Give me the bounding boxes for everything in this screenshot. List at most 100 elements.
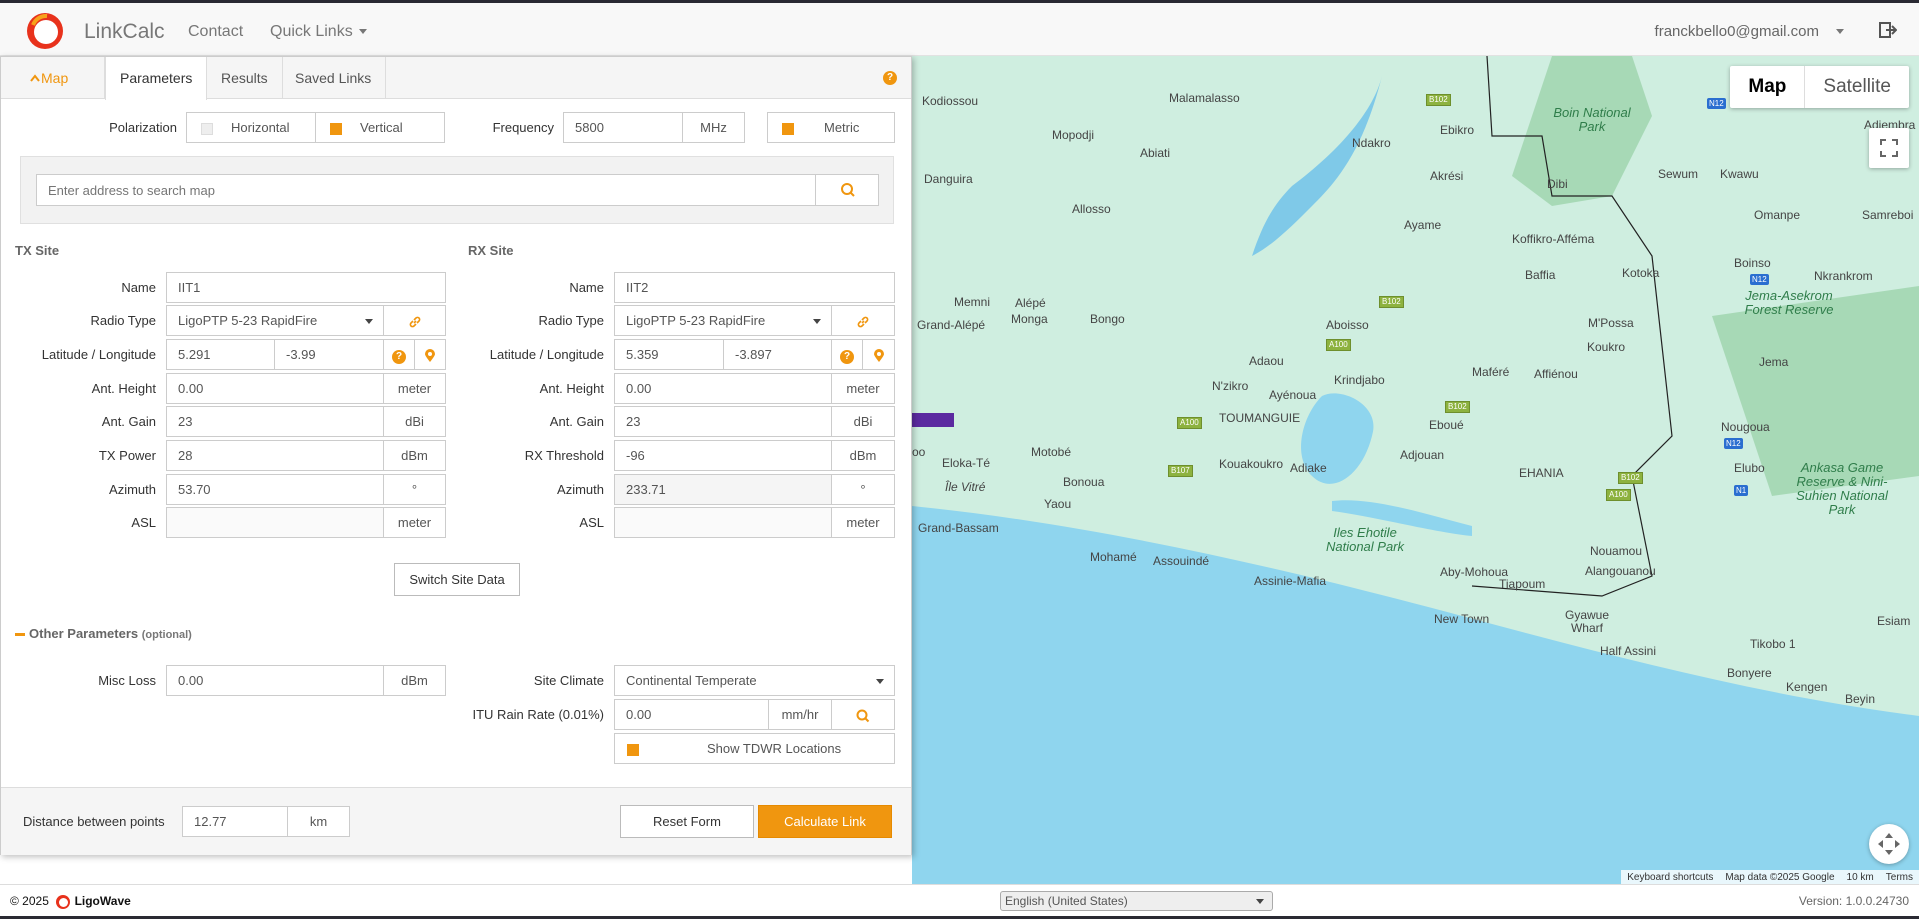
tx-latitude-input[interactable]: 5.291 <box>166 339 275 370</box>
nav-contact-link[interactable]: Contact <box>188 23 243 41</box>
map-label: Motobé <box>1031 445 1072 459</box>
site-climate-value: Continental Temperate <box>626 673 757 688</box>
switch-site-data-button[interactable]: Switch Site Data <box>394 563 520 596</box>
rx-azimuth-label: Azimuth <box>557 482 604 497</box>
map-label: Dibi <box>1547 177 1568 191</box>
linkcalc-logo[interactable] <box>25 11 65 51</box>
map-label: Koffikro-Afféma <box>1512 232 1595 246</box>
rx-gain-input[interactable]: 23 <box>614 406 832 437</box>
horizontal-checkbox[interactable] <box>201 122 213 135</box>
rx-location-button[interactable] <box>862 339 895 370</box>
tab-parameters[interactable]: Parameters <box>105 57 208 100</box>
rx-azimuth-input[interactable]: 233.71 <box>614 474 832 505</box>
rx-asl-input[interactable] <box>614 507 832 538</box>
search-button[interactable] <box>815 174 879 206</box>
tab-map[interactable]: Map <box>1 57 105 99</box>
map-label: Adiake <box>1290 461 1327 475</box>
map-type-satellite-button[interactable]: Satellite <box>1805 66 1909 108</box>
camera-control-button[interactable] <box>1869 824 1909 864</box>
rx-height-label: Ant. Height <box>539 381 604 396</box>
map-type-map-button[interactable]: Map <box>1730 66 1806 108</box>
rx-latlon-help-button[interactable]: ? <box>831 339 863 370</box>
metric-option[interactable]: Metric <box>767 112 895 143</box>
other-parameters-title: Other Parameters <box>29 626 139 641</box>
terms-link[interactable]: Terms <box>1886 872 1913 883</box>
tab-results[interactable]: Results <box>207 57 283 99</box>
map-label: Danguira <box>924 172 973 186</box>
help-icon: ? <box>392 350 406 364</box>
tx-longitude-input[interactable]: -3.99 <box>274 339 384 370</box>
fullscreen-button[interactable] <box>1869 128 1909 168</box>
version-text: Version: 1.0.0.24730 <box>1798 894 1909 908</box>
logout-icon[interactable] <box>1879 21 1897 39</box>
other-parameters-toggle[interactable]: Other Parameters (optional) <box>15 626 192 641</box>
tx-azimuth-unit: ° <box>383 474 446 505</box>
keyboard-shortcuts-link[interactable]: Keyboard shortcuts <box>1627 872 1713 883</box>
rx-height-unit: meter <box>831 373 895 404</box>
metric-checkbox[interactable] <box>782 122 794 135</box>
horizontal-label: Horizontal <box>231 120 290 135</box>
map-label: Nougoua <box>1721 420 1770 434</box>
tx-radio-select[interactable]: LigoPTP 5-23 RapidFire <box>166 305 384 336</box>
nav-quick-links-dropdown[interactable]: Quick Links <box>270 23 367 41</box>
tx-power-input[interactable]: 28 <box>166 440 384 471</box>
road-badge: B102 <box>1445 401 1470 413</box>
rain-rate-input[interactable]: 0.00 <box>614 699 769 730</box>
tx-latlon-help-button[interactable]: ? <box>383 339 415 370</box>
rain-rate-search-button[interactable] <box>831 699 895 730</box>
map-label: Île Vitré <box>945 480 986 494</box>
calculate-link-button[interactable]: Calculate Link <box>758 805 892 838</box>
site-climate-select[interactable]: Continental Temperate <box>614 665 895 696</box>
tx-asl-input[interactable] <box>166 507 384 538</box>
link-marker[interactable] <box>912 413 954 427</box>
frequency-input[interactable]: 5800 <box>563 112 683 143</box>
map-label: Iles Ehotile National Park <box>1325 525 1405 554</box>
user-email[interactable]: franckbello0@gmail.com <box>1655 23 1819 40</box>
link-icon <box>409 316 420 327</box>
map-label: Esiam <box>1877 614 1911 628</box>
rx-longitude-input[interactable]: -3.897 <box>723 339 832 370</box>
move-arrows-icon <box>1878 833 1900 855</box>
brand-name[interactable]: LinkCalc <box>84 20 165 44</box>
misc-loss-unit: dBm <box>383 665 446 696</box>
help-icon[interactable]: ? <box>883 71 897 85</box>
company-name[interactable]: LigoWave <box>75 894 131 908</box>
tx-name-input[interactable]: IIT1 <box>166 272 446 303</box>
rx-threshold-input[interactable]: -96 <box>614 440 832 471</box>
link-icon <box>857 316 869 327</box>
tx-radio-link-button[interactable] <box>383 305 446 336</box>
tx-azimuth-input[interactable]: 53.70 <box>166 474 384 505</box>
map-label: Samreboi <box>1862 208 1914 222</box>
misc-loss-input[interactable]: 0.00 <box>166 665 384 696</box>
scale-label[interactable]: 10 km <box>1847 872 1874 883</box>
map-label: Aby-Mohoua <box>1440 565 1509 579</box>
tdwr-checkbox[interactable] <box>627 743 639 756</box>
tdwr-option[interactable]: Show TDWR Locations <box>614 733 895 764</box>
address-search-input[interactable] <box>36 174 816 206</box>
map-label: Aboisso <box>1326 318 1369 332</box>
rx-radio-select[interactable]: LigoPTP 5-23 RapidFire <box>614 305 832 336</box>
rx-latitude-input[interactable]: 5.359 <box>614 339 724 370</box>
map-label: EHANIA <box>1519 466 1564 480</box>
rx-name-input[interactable]: IIT2 <box>614 272 895 303</box>
map-view[interactable]: Kodiossou Malamalasso Mopodji Abiati Dan… <box>912 56 1919 884</box>
rx-radio-link-button[interactable] <box>831 305 895 336</box>
user-menu-chevron-icon[interactable] <box>1836 29 1844 34</box>
map-label: Assinie-Mafia <box>1254 574 1327 588</box>
tx-radio-value: LigoPTP 5-23 RapidFire <box>178 313 318 328</box>
tx-height-input[interactable]: 0.00 <box>166 373 384 404</box>
map-label: Memni <box>954 295 991 309</box>
tx-gain-input[interactable]: 23 <box>166 406 384 437</box>
horizontal-option[interactable]: Horizontal <box>186 112 316 143</box>
rx-radio-label: Radio Type <box>538 313 604 328</box>
tab-saved-links[interactable]: Saved Links <box>281 57 387 99</box>
language-select[interactable]: English (United States) <box>1000 891 1273 911</box>
tx-location-button[interactable] <box>414 339 446 370</box>
vertical-option[interactable]: Vertical <box>315 112 445 143</box>
vertical-checkbox[interactable] <box>330 122 342 135</box>
reset-form-button[interactable]: Reset Form <box>620 805 754 838</box>
rx-height-input[interactable]: 0.00 <box>614 373 832 404</box>
map-label: Half Assini <box>1600 644 1657 658</box>
map-label: Gyawue Wharf <box>1564 608 1610 635</box>
tx-height-label: Ant. Height <box>91 381 156 396</box>
